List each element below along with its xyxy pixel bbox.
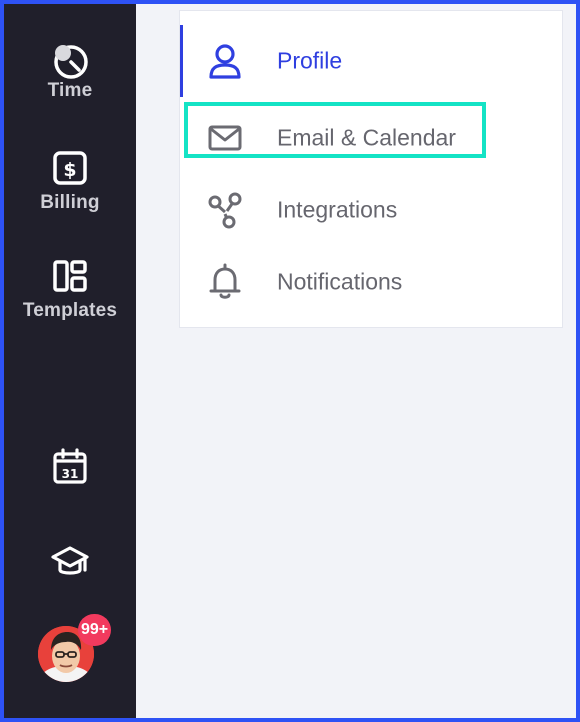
- bell-icon: [209, 263, 241, 299]
- menu-item-label: Notifications: [277, 268, 403, 295]
- calendar-day-text: 31: [62, 467, 79, 481]
- user-icon: [209, 44, 241, 79]
- sidebar-item-label: Templates: [22, 300, 118, 321]
- dollar-document-icon: $: [53, 151, 87, 185]
- sidebar: Time $ Billing Templates 31 99+: [4, 4, 136, 718]
- menu-item-email-calendar[interactable]: Email & Calendar: [180, 102, 562, 174]
- menu-item-integrations[interactable]: Integrations: [180, 174, 562, 246]
- sidebar-item-label: Billing: [40, 192, 100, 213]
- sidebar-item-academy[interactable]: [4, 542, 136, 582]
- notification-count-badge: 99+: [78, 614, 112, 646]
- app-window: Time $ Billing Templates 31 99+ Profile …: [0, 0, 580, 722]
- sidebar-item-time[interactable]: Time: [4, 40, 136, 102]
- calendar-icon: 31: [53, 448, 87, 484]
- menu-item-label: Email & Calendar: [277, 124, 456, 151]
- active-indicator: [180, 25, 183, 97]
- stopwatch-icon: [54, 45, 88, 79]
- sidebar-item-billing[interactable]: $ Billing: [4, 150, 136, 214]
- graduation-cap-icon: [51, 546, 89, 575]
- menu-item-label: Integrations: [277, 196, 398, 223]
- menu-item-label: Profile: [277, 47, 343, 74]
- integrations-icon: [208, 192, 242, 229]
- sidebar-item-label: Time: [47, 80, 93, 101]
- svg-text:$: $: [63, 159, 76, 181]
- menu-item-notifications[interactable]: Notifications: [180, 246, 562, 318]
- layout-template-icon: [53, 260, 87, 292]
- menu-item-profile[interactable]: Profile: [180, 25, 562, 97]
- mail-icon: [208, 125, 242, 151]
- settings-menu-panel: Profile Email & Calendar Integrations No…: [179, 10, 563, 328]
- sidebar-item-templates[interactable]: Templates: [4, 258, 136, 322]
- sidebar-item-calendar[interactable]: 31: [4, 448, 136, 486]
